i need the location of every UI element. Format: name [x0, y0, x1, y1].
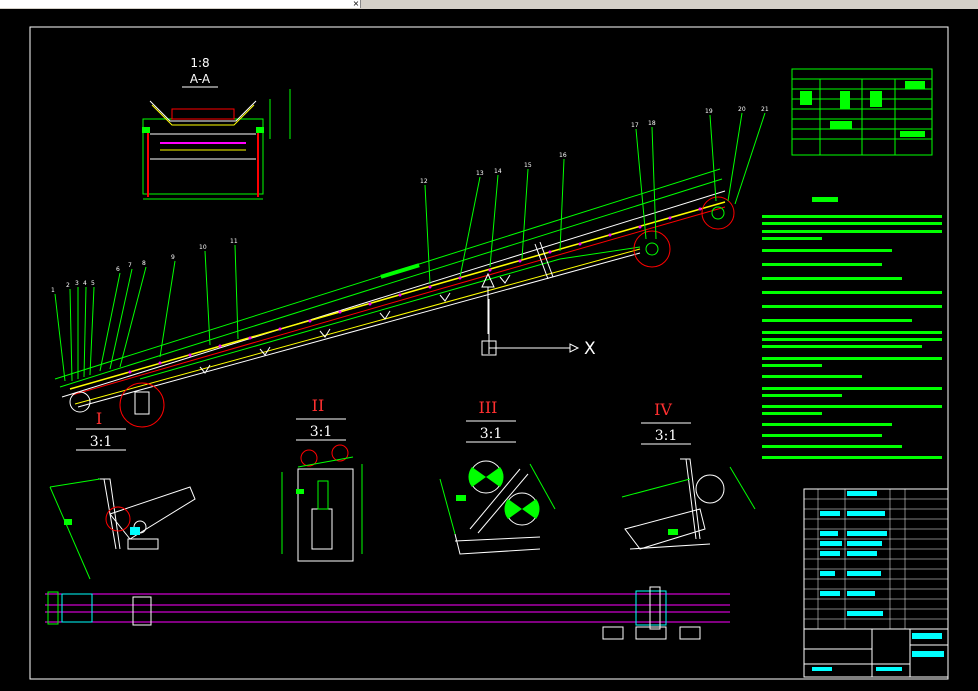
part-number: 6 [116, 266, 120, 273]
part-number: 17 [631, 122, 639, 129]
title-block [803, 628, 949, 678]
detail-scale: 3:1 [90, 434, 113, 450]
part-number: 16 [559, 152, 567, 159]
part-number: 2 [66, 282, 70, 289]
conveyor-elevation: 1 2 3 4 5 6 7 8 9 10 11 12 13 14 15 16 1… [51, 106, 769, 428]
bottom-plan-view [45, 586, 730, 640]
part-number: 18 [648, 120, 656, 127]
part-number: 9 [171, 254, 175, 261]
part-number: 19 [705, 108, 713, 115]
detail-view-2: II 3:1 [281, 396, 363, 562]
part-number: 21 [761, 106, 769, 113]
ucs-x-axis-label: X [584, 339, 596, 359]
part-number: 15 [524, 162, 532, 169]
part-number: 10 [199, 244, 207, 251]
ucs-icon [481, 299, 580, 356]
part-number: 13 [476, 170, 484, 177]
top-title-block [791, 68, 933, 156]
detail-view-3: III 3:1 [439, 398, 556, 555]
technical-notes [762, 197, 942, 459]
detail-scale: 3:1 [310, 424, 333, 440]
section-label: A-A [190, 72, 211, 86]
part-number: 12 [420, 178, 428, 185]
part-number: 1 [51, 287, 55, 294]
detail-numeral: II [312, 396, 325, 415]
section-scale: 1:8 [190, 56, 209, 70]
cad-drawing-canvas[interactable]: 1:8 A-A 1 2 3 4 5 6 7 8 9 10 11 12 13 14… [0, 9, 978, 691]
detail-numeral: III [479, 398, 498, 417]
parts-list-table [803, 488, 949, 630]
window-tab-strip: × [0, 0, 978, 9]
section-view-a-a: 1:8 A-A [142, 56, 291, 200]
detail-view-1: I 3:1 [49, 409, 196, 580]
detail-scale: 3:1 [655, 428, 678, 444]
part-number: 7 [128, 262, 132, 269]
part-number: 20 [738, 106, 746, 113]
part-number: 4 [83, 280, 87, 287]
detail-numeral: IV [654, 400, 672, 419]
detail-view-4: IV 3:1 [621, 400, 756, 550]
part-number: 3 [75, 280, 79, 287]
close-icon[interactable]: × [352, 0, 360, 8]
part-number: 14 [494, 168, 502, 175]
part-number: 5 [91, 280, 95, 287]
detail-scale: 3:1 [480, 426, 503, 442]
part-number: 11 [230, 238, 238, 245]
part-number: 8 [142, 260, 146, 267]
detail-numeral: I [96, 409, 102, 428]
document-tab[interactable]: × [0, 0, 361, 8]
